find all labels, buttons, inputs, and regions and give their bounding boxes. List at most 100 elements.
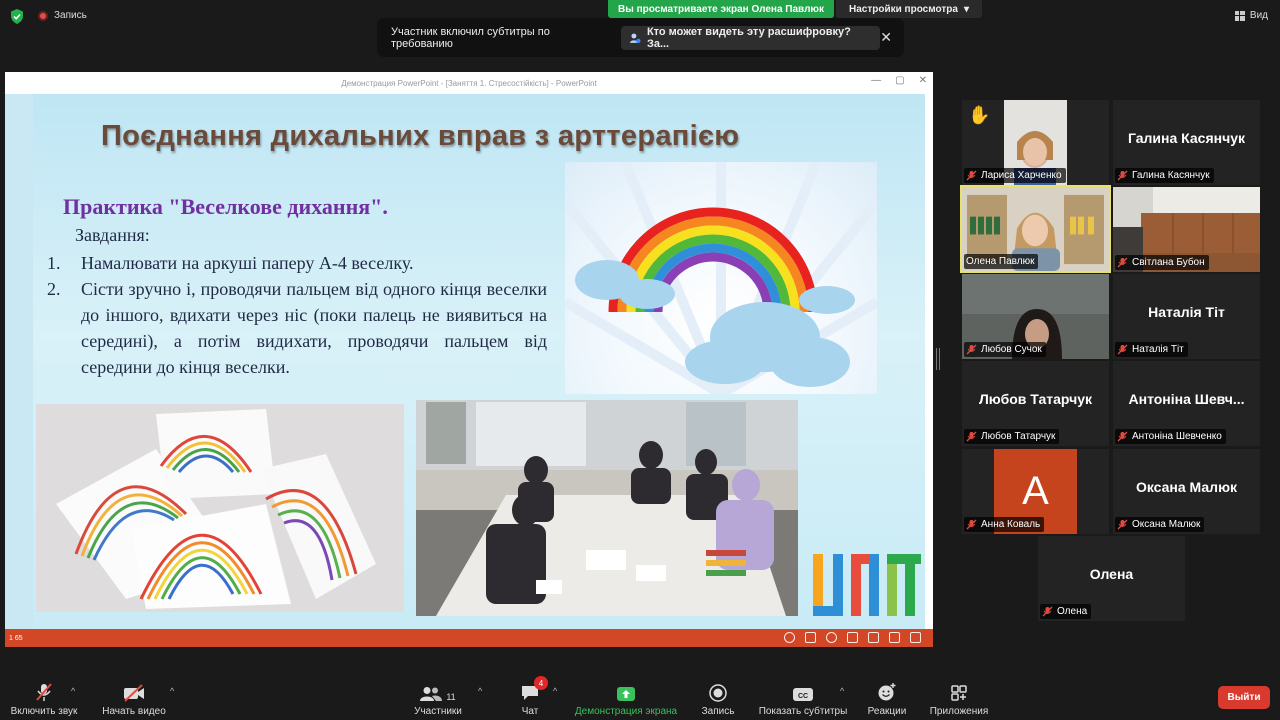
participant-name-label: Олена	[1040, 604, 1092, 619]
step-number: 2.	[47, 279, 61, 299]
rainbow-drawings-photo	[36, 404, 404, 612]
task-heading: Завдання:	[75, 225, 150, 245]
participant-name-label: Галина Касянчук	[1115, 168, 1214, 183]
participants-caret[interactable]: ^	[478, 686, 482, 696]
show-captions-button[interactable]: CC Показать субтитры	[756, 680, 850, 717]
grid-view-icon	[1234, 10, 1245, 21]
start-video-label: Начать видео	[102, 706, 166, 717]
muted-mic-icon	[1117, 170, 1128, 181]
closed-captions-icon: CC	[793, 688, 813, 701]
maximize-icon[interactable]: ▢	[895, 75, 904, 86]
participant-name-label: Любов Татарчук	[964, 429, 1060, 444]
participant-tile[interactable]: A Анна Коваль	[962, 449, 1109, 534]
participant-tile[interactable]: Любов Сучок	[962, 274, 1109, 359]
raised-hand-icon: ✋	[968, 105, 991, 125]
participant-name: Олена	[1057, 606, 1088, 617]
captions-notification: Участник включил субтитры по требованию …	[377, 18, 904, 57]
participant-tile-active-speaker[interactable]: Олена Павлюк	[960, 185, 1111, 273]
reactions-icon	[878, 683, 896, 701]
slide-sorter-icon[interactable]	[868, 632, 879, 643]
participants-icon	[420, 687, 443, 701]
view-button-label: Вид	[1249, 10, 1268, 21]
apps-button[interactable]: Приложения	[926, 680, 992, 717]
participant-name-label: Оксана Малюк	[1115, 517, 1205, 532]
panel-resize-handle[interactable]	[936, 348, 940, 370]
participant-display-name: Наталія Тіт	[1148, 304, 1225, 320]
video-off-icon	[124, 684, 144, 702]
step-text: Сісти зручно і, проводячи пальцем від од…	[81, 279, 547, 377]
minimize-icon[interactable]: —	[871, 75, 881, 86]
start-video-button[interactable]: Начать видео	[100, 680, 168, 717]
chat-caret[interactable]: ^	[553, 686, 557, 696]
steps-list: 1. Намалювати на аркуші паперу А-4 весел…	[47, 250, 547, 380]
participants-count: 11	[446, 692, 456, 702]
record-button[interactable]: Запись	[698, 680, 738, 717]
muted-mic-icon	[966, 344, 977, 355]
normal-view-icon[interactable]	[847, 632, 858, 643]
participant-tile[interactable]: Світлана Бубон	[1113, 187, 1260, 272]
close-icon[interactable]: ✕	[880, 29, 892, 46]
ppt-window-title: Демонстрация PowerPoint - [Заняття 1. Ст…	[341, 78, 597, 88]
slide-counter: 1 65	[9, 634, 23, 642]
transcript-visibility-button[interactable]: Кто может видеть эту расшифровку? За...	[621, 25, 881, 50]
participant-tile[interactable]: Любов Татарчук Любов Татарчук	[962, 361, 1109, 446]
audio-options-caret[interactable]: ^	[71, 686, 75, 696]
participant-name: Антоніна Шевченко	[1132, 431, 1222, 442]
participant-tile[interactable]: Галина Касянчук Галина Касянчук	[1113, 100, 1260, 185]
step-number: 1.	[47, 253, 61, 273]
chevron-down-icon: ▾	[963, 3, 969, 15]
participants-label: Участники	[414, 706, 462, 717]
shared-screen: Демонстрация PowerPoint - [Заняття 1. Ст…	[5, 72, 933, 647]
share-screen-button[interactable]: Демонстрация экрана	[571, 680, 681, 717]
list-item: 2. Сісти зручно і, проводячи пальцем від…	[47, 276, 547, 380]
close-window-icon[interactable]: ✕	[919, 75, 927, 86]
muted-mic-icon	[1117, 519, 1128, 530]
classroom-photo	[416, 400, 798, 616]
participant-name: Любов Сучок	[981, 344, 1042, 355]
record-dot-icon	[38, 10, 48, 21]
muted-mic-icon	[966, 431, 977, 442]
slideshow-icon[interactable]	[910, 632, 921, 643]
view-button[interactable]: Вид	[1234, 10, 1268, 21]
participants-button[interactable]: 11 Участники	[410, 680, 466, 717]
recording-label: Запись	[54, 10, 87, 21]
next-slide-icon[interactable]	[826, 632, 837, 643]
captions-caret[interactable]: ^	[840, 686, 844, 696]
muted-mic-icon	[1042, 606, 1053, 617]
screen-share-banner: Вы просматриваете экран Олена Павлюк	[608, 0, 834, 18]
slide-menu-icon[interactable]	[805, 632, 816, 643]
unmute-button[interactable]: Включить звук	[8, 680, 80, 717]
view-options-button[interactable]: Настройки просмотра ▾	[836, 0, 982, 18]
participant-tile[interactable]: Оксана Малюк Оксана Малюк	[1113, 449, 1260, 534]
muted-mic-icon	[966, 519, 977, 530]
list-item: 1. Намалювати на аркуші паперу А-4 весел…	[47, 250, 547, 276]
step-text: Намалювати на аркуші паперу А-4 веселку.	[81, 253, 414, 273]
participant-display-name: Любов Татарчук	[978, 391, 1093, 407]
chat-button[interactable]: 4 Чат	[515, 676, 548, 717]
ppt-status-bar: 1 65	[5, 629, 933, 647]
video-options-caret[interactable]: ^	[170, 686, 174, 696]
transcript-visibility-label: Кто может видеть эту расшифровку? За...	[646, 25, 851, 50]
chat-unread-badge: 4	[534, 676, 548, 690]
participant-tile[interactable]: Антоніна Шевч... Антоніна Шевченко	[1113, 361, 1260, 446]
participant-tile[interactable]: Олена Олена	[1038, 536, 1185, 621]
participant-name-label: Антоніна Шевченко	[1115, 429, 1226, 444]
security-shield-icon[interactable]	[10, 9, 24, 24]
participant-display-name: Галина Касянчук	[1127, 130, 1245, 146]
prev-slide-icon[interactable]	[784, 632, 795, 643]
participant-name: Галина Касянчук	[1132, 170, 1210, 181]
lit-logo	[813, 554, 921, 616]
slide: Поєднання дихальних вправ з арттерапією …	[33, 94, 925, 629]
participant-name-label: Анна Коваль	[964, 517, 1045, 532]
leave-meeting-button[interactable]: Выйти	[1218, 686, 1270, 709]
reactions-button[interactable]: Реакции	[864, 680, 910, 717]
rainbow-illustration	[565, 162, 877, 394]
reading-view-icon[interactable]	[889, 632, 900, 643]
participant-name: Любов Татарчук	[981, 431, 1056, 442]
recording-indicator[interactable]: Запись	[38, 10, 87, 21]
ppt-view-controls	[784, 632, 921, 643]
participant-name-label: Олена Павлюк	[964, 254, 1039, 269]
participant-tile[interactable]: ✋ Лариса Харченко	[962, 100, 1109, 185]
participant-tile[interactable]: Наталія Тіт Наталія Тіт	[1113, 274, 1260, 359]
record-label: Запись	[701, 706, 735, 717]
